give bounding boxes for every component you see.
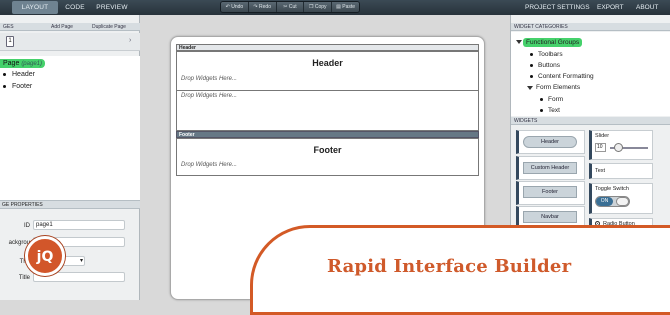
header-section-label: Header <box>176 44 479 51</box>
slider-handle[interactable] <box>614 143 623 152</box>
page-tree: Page (page1) Header Footer <box>0 56 140 201</box>
widget-slider[interactable]: Slider 10 <box>589 130 653 160</box>
cut-button[interactable]: ✂ Cut <box>276 2 305 12</box>
tab-layout[interactable]: LAYOUT <box>12 1 58 14</box>
copy-icon: ❐ <box>309 4 314 10</box>
footer-title: Footer <box>313 145 342 155</box>
edit-toolbar: ↶ Undo ↷ Redo ✂ Cut ❐ Copy ▤ Paste <box>220 1 360 13</box>
slider-value-box: 10 <box>595 143 606 152</box>
content-drop-zone[interactable]: Drop Widgets Here... <box>181 93 237 99</box>
widgets-header: WIDGETS <box>511 117 670 125</box>
widget-toggle-switch[interactable]: Toggle Switch ON <box>589 183 653 214</box>
page-properties-header: GE PROPERTIES <box>0 200 140 209</box>
widget-text[interactable]: Text <box>589 163 653 179</box>
paste-icon: ▤ <box>336 4 341 10</box>
toggle-switch[interactable]: ON <box>595 196 630 207</box>
category-form-elements[interactable]: Form Elements <box>536 83 580 92</box>
export-link[interactable]: EXPORT <box>597 1 624 14</box>
category-text[interactable]: Text <box>540 106 560 115</box>
duplicate-page-link[interactable]: Duplicate Page <box>92 23 126 31</box>
chevron-down-icon: ▾ <box>79 258 83 264</box>
tree-item-footer[interactable]: Footer <box>2 82 32 91</box>
category-buttons[interactable]: Buttons <box>529 61 560 70</box>
widget-custom-header[interactable]: Custom Header <box>523 162 577 174</box>
jquery-logo-icon: jQ <box>25 236 65 276</box>
undo-button[interactable]: ↶ Undo <box>221 2 249 12</box>
toggle-knob <box>616 197 629 206</box>
tab-preview[interactable]: PREVIEW <box>92 1 132 14</box>
category-content-formatting[interactable]: Content Formatting <box>530 72 594 81</box>
prop-background-label: ackgrou <box>8 240 30 246</box>
project-settings-link[interactable]: PROJECT SETTINGS <box>525 1 590 14</box>
pages-panel-header: GES Add Page Duplicate Page <box>0 23 140 31</box>
tab-code[interactable]: CODE <box>60 1 90 14</box>
prop-id-input[interactable]: page1 <box>33 220 125 230</box>
copy-button[interactable]: ❐ Copy <box>304 2 333 12</box>
widget-navbar[interactable]: Navbar <box>523 211 577 223</box>
expand-arrow-icon[interactable] <box>527 86 533 90</box>
tree-page-item[interactable]: Page (page1) <box>0 59 45 68</box>
toggle-on-label: ON <box>596 197 613 206</box>
footer-section[interactable] <box>176 138 479 176</box>
footer-drop-zone[interactable]: Drop Widgets Here... <box>181 162 237 168</box>
prop-title-label: Title <box>18 275 30 281</box>
redo-button[interactable]: ↷ Redo <box>248 2 277 12</box>
widget-header[interactable]: Header <box>523 136 577 148</box>
page-selector-bar: 1 › <box>0 33 140 51</box>
footer-section-label: Footer <box>176 131 479 138</box>
category-form[interactable]: Form <box>539 95 563 104</box>
undo-icon: ↶ <box>225 4 230 10</box>
top-bar: LAYOUT CODE PREVIEW ↶ Undo ↷ Redo ✂ Cut … <box>0 0 670 15</box>
tree-item-header[interactable]: Header <box>3 70 35 79</box>
add-page-link[interactable]: Add Page <box>51 23 73 31</box>
widget-footer[interactable]: Footer <box>523 186 577 198</box>
prop-id-label: ID <box>24 223 30 229</box>
chevron-right-icon[interactable]: › <box>129 37 131 44</box>
about-link[interactable]: ABOUT <box>636 1 658 14</box>
cut-icon: ✂ <box>283 4 288 10</box>
expand-arrow-icon[interactable] <box>516 40 522 44</box>
category-toolbars[interactable]: Toolbars <box>530 50 563 59</box>
redo-icon: ↷ <box>253 4 258 10</box>
paste-button[interactable]: ▤ Paste <box>332 2 359 12</box>
header-title: Header <box>312 58 343 68</box>
header-drop-zone[interactable]: Drop Widgets Here... <box>181 76 237 82</box>
header-section[interactable] <box>176 51 479 91</box>
category-functional-groups[interactable]: Functional Groups <box>523 38 583 47</box>
page-number-box[interactable]: 1 <box>6 36 14 47</box>
banner-title: Rapid Interface Builder <box>327 256 572 277</box>
widget-categories-header: WIDGET CATEGORIES <box>511 23 670 31</box>
